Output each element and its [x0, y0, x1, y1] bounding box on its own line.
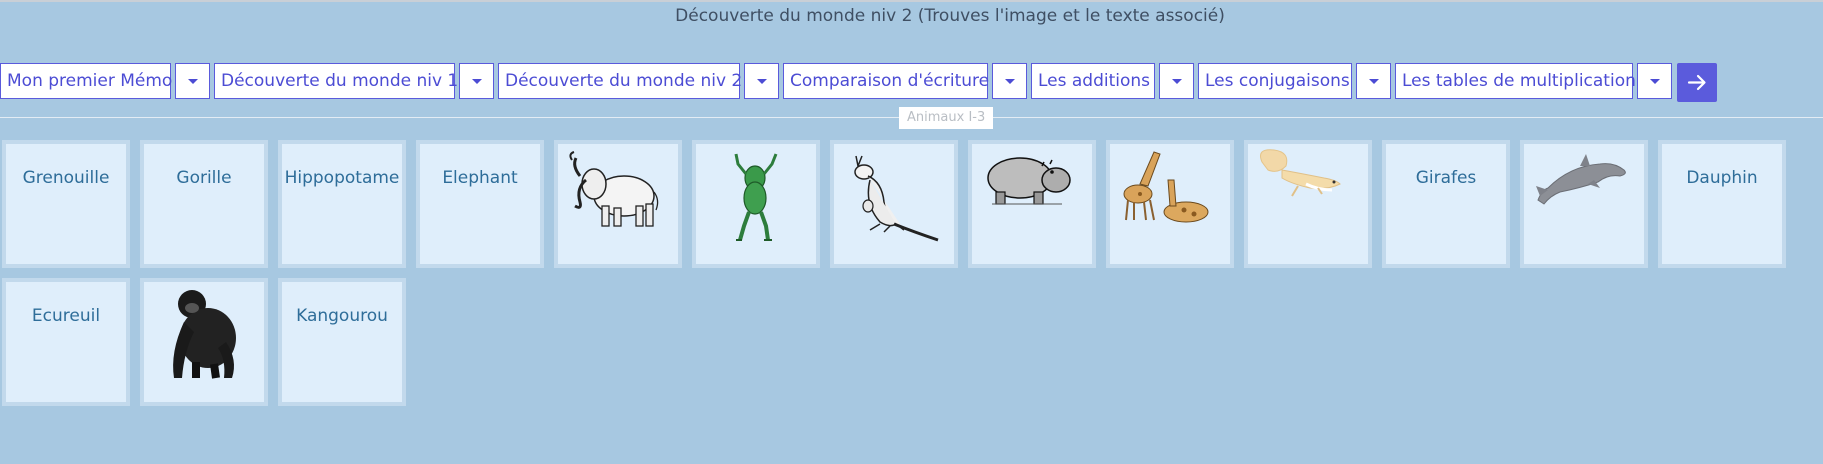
chevron-down-icon[interactable] — [1159, 63, 1194, 99]
next-button[interactable] — [1677, 63, 1717, 102]
memory-card[interactable] — [140, 278, 268, 406]
card-label: Girafes — [1415, 168, 1477, 188]
memo-select-button[interactable]: Les tables de multiplication — [1395, 63, 1636, 99]
chevron-down-icon[interactable] — [992, 63, 1027, 99]
section-label: Animaux I-3 — [899, 107, 994, 129]
chevron-down-icon[interactable] — [1356, 63, 1391, 99]
arrow-right-icon — [1687, 74, 1706, 91]
elephant-image — [569, 151, 659, 227]
memory-card[interactable] — [1520, 140, 1648, 268]
card-label: Hippopotame — [284, 168, 400, 188]
memo-select-button[interactable]: Découverte du monde niv 1 — [214, 63, 458, 99]
card-label: Gorille — [176, 168, 232, 188]
dolphin-image — [1536, 154, 1626, 205]
memo-select-button[interactable]: Les additions — [1031, 63, 1155, 99]
memo-select-button[interactable]: Comparaison d'écriture — [783, 63, 989, 99]
card-label: Kangourou — [296, 306, 388, 326]
page-title: Découverte du monde niv 2 (Trouves l'ima… — [675, 6, 1225, 26]
hippo-image — [987, 157, 1071, 205]
memory-card[interactable] — [830, 140, 958, 268]
chevron-down-icon[interactable] — [459, 63, 494, 99]
card-label: Ecureuil — [31, 306, 101, 326]
memory-card[interactable] — [968, 140, 1096, 268]
chevron-down-icon[interactable] — [175, 63, 210, 99]
memo-toolbar: Mon premier Mémo Découverte du monde niv… — [0, 63, 1823, 102]
memory-card[interactable] — [1244, 140, 1372, 268]
memory-card[interactable] — [1106, 140, 1234, 268]
memory-card[interactable]: Ecureuil — [2, 278, 130, 406]
memory-card[interactable]: Kangourou — [278, 278, 406, 406]
memory-card[interactable]: Hippopotame — [278, 140, 406, 268]
memory-card[interactable]: Dauphin — [1658, 140, 1786, 268]
memory-card[interactable] — [554, 140, 682, 268]
chevron-down-icon[interactable] — [744, 63, 779, 99]
memory-card[interactable]: Girafes — [1382, 140, 1510, 268]
gorilla-image — [173, 290, 236, 379]
memo-select-button[interactable]: Les conjugaisons — [1198, 63, 1352, 99]
giraffes-image — [1123, 151, 1209, 223]
card-label: Elephant — [442, 168, 518, 188]
memory-card[interactable]: Grenouille — [2, 140, 130, 268]
kangaroo-image — [854, 155, 939, 242]
card-label: Dauphin — [1686, 168, 1758, 188]
memory-card[interactable]: Gorille — [140, 140, 268, 268]
squirrel-image — [1260, 149, 1341, 197]
chevron-down-icon[interactable] — [1637, 63, 1672, 99]
memo-select-button[interactable]: Découverte du monde niv 2 — [498, 63, 742, 99]
memory-card[interactable]: Elephant — [416, 140, 544, 268]
memo-select-button[interactable]: Mon premier Mémo — [0, 63, 172, 99]
memory-card[interactable] — [692, 140, 820, 268]
card-label: Grenouille — [22, 168, 110, 188]
frog-image — [734, 153, 778, 241]
